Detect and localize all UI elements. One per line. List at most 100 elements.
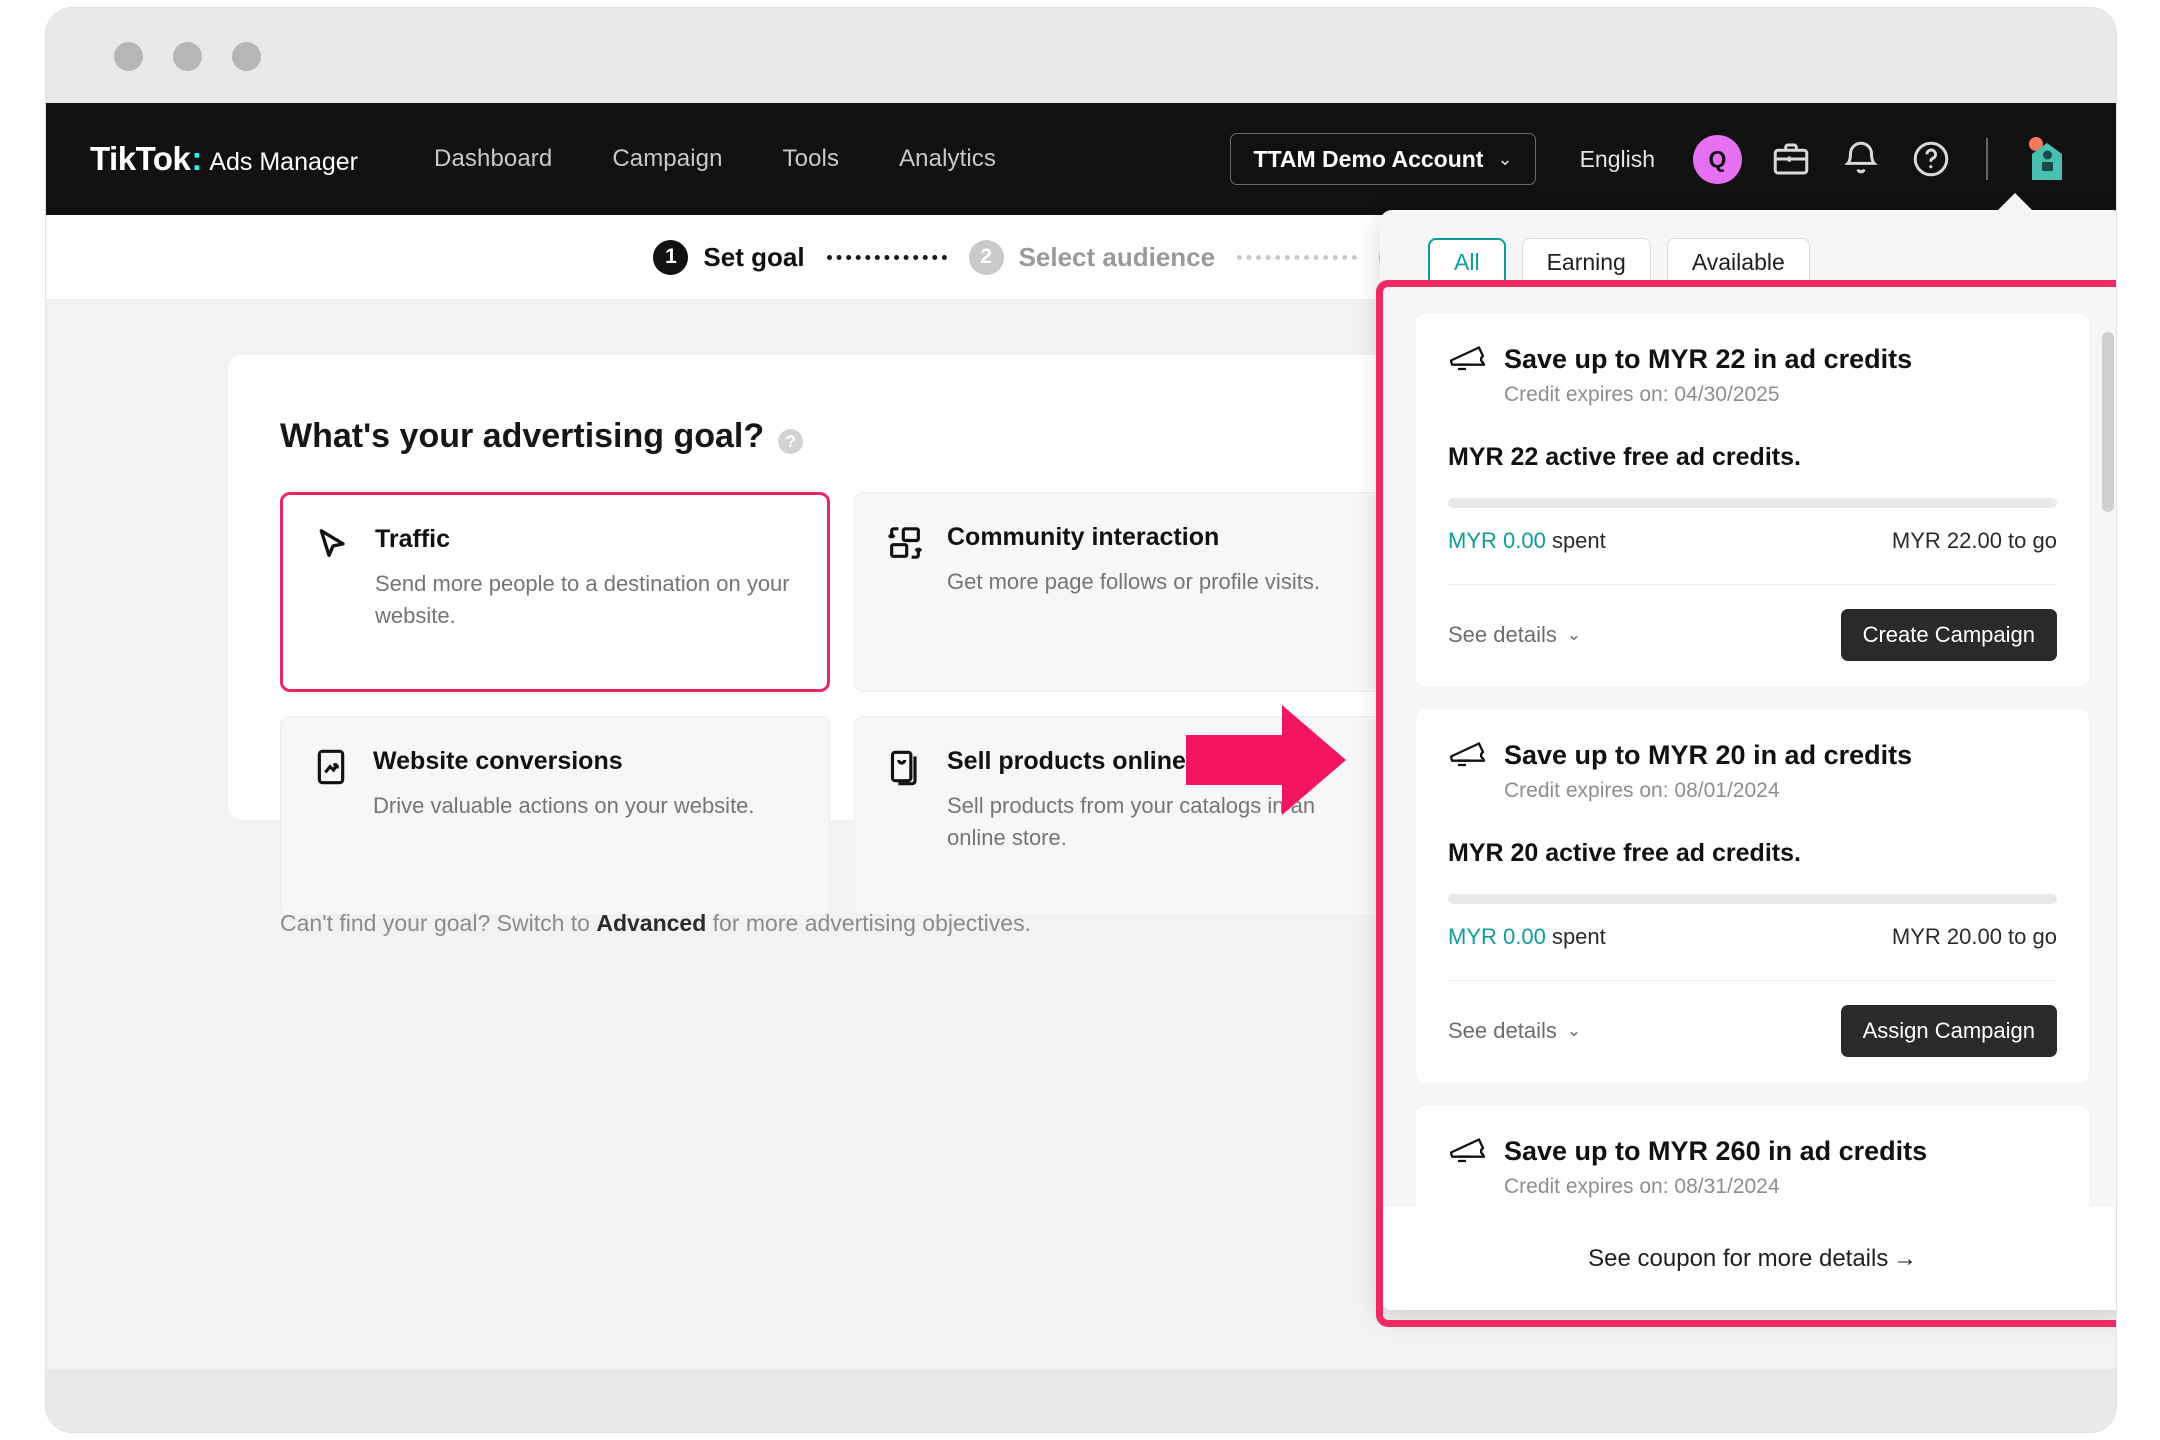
website-conversions-icon xyxy=(311,747,351,787)
nav-item-dashboard[interactable]: Dashboard xyxy=(434,145,552,173)
advanced-note-link[interactable]: Advanced xyxy=(596,910,706,936)
community-interaction-icon xyxy=(885,523,925,563)
coupon-expiry: Credit expires on: 08/01/2024 xyxy=(1504,779,1780,802)
coupon-to-go: MYR 20.00 to go xyxy=(1891,924,2057,949)
coupon-spent: MYR 0.00 spent xyxy=(1448,528,1606,554)
coupon-title: Save up to MYR 22 in ad credits xyxy=(1504,343,1913,374)
annotation-arrow-icon xyxy=(1186,705,1346,815)
create-campaign-button[interactable]: Create Campaign xyxy=(1840,609,2057,661)
bell-icon[interactable] xyxy=(1840,138,1882,180)
coupon-card[interactable]: Save up to MYR 22 in ad credits Credit e… xyxy=(1416,313,2089,687)
nav-item-analytics[interactable]: Analytics xyxy=(899,145,996,173)
coupon-spent-amount: MYR 0.00 xyxy=(1448,924,1546,949)
coupon-spent-suffix: spent xyxy=(1545,924,1606,949)
step-number: 2 xyxy=(968,239,1004,275)
coupon-to-go: MYR 22.00 to go xyxy=(1891,528,2057,553)
goal-card-description: Get more page follows or profile visits. xyxy=(947,569,1320,594)
coupon-spent-amount: MYR 0.00 xyxy=(1448,528,1546,553)
primary-nav: Dashboard Campaign Tools Analytics xyxy=(434,145,996,173)
see-details-label: See details xyxy=(1448,622,1557,647)
popover-caret xyxy=(1997,193,2033,211)
nav-divider xyxy=(1986,138,1988,180)
filter-tab-earning[interactable]: Earning xyxy=(1521,238,1651,286)
screenshot-root: TikTok : Ads Manager Dashboard Campaign … xyxy=(0,0,2160,1440)
goal-card-website-conversions[interactable]: Website conversions Drive valuable actio… xyxy=(280,716,830,916)
goal-card-community-interaction[interactable]: Community interaction Get more page foll… xyxy=(854,492,1404,692)
minimize-icon[interactable] xyxy=(173,42,202,71)
help-circle-icon[interactable] xyxy=(1910,138,1952,180)
maximize-icon[interactable] xyxy=(232,42,261,71)
q-badge-avatar[interactable]: Q xyxy=(1693,134,1742,184)
browser-window: TikTok : Ads Manager Dashboard Campaign … xyxy=(46,8,2116,1432)
step-label: Select audience xyxy=(1018,241,1216,272)
coupon-spent-suffix: spent xyxy=(1545,528,1606,553)
goal-card-title: Website conversions xyxy=(373,747,623,775)
advanced-switch-note: Can't find your goal? Switch to Advanced… xyxy=(280,910,1031,937)
coupon-progress-bar xyxy=(1448,498,2057,508)
browser-titlebar xyxy=(46,8,2116,103)
nav-item-tools[interactable]: Tools xyxy=(783,145,840,173)
arrow-right-icon: → xyxy=(1892,1244,1917,1272)
coupon-subtitle: MYR 22 active free ad credits. xyxy=(1448,443,1801,471)
account-selector-button[interactable]: TTAM Demo Account ⌄ xyxy=(1230,133,1536,185)
coupon-title: Save up to MYR 260 in ad credits xyxy=(1504,1135,1928,1166)
coupon-expiry: Credit expires on: 08/31/2024 xyxy=(1504,1175,1780,1198)
footer-label: See coupon for more details xyxy=(1588,1244,1889,1272)
advanced-note-suffix: for more advertising objectives. xyxy=(706,910,1031,936)
filter-tab-available[interactable]: Available xyxy=(1666,238,1810,286)
see-details-label: See details xyxy=(1448,1018,1557,1043)
nav-item-campaign[interactable]: Campaign xyxy=(612,145,722,173)
brand-logo[interactable]: TikTok : Ads Manager xyxy=(90,140,358,178)
coupon-filter-tabs: All Earning Available xyxy=(1380,210,2116,286)
ticket-icon xyxy=(1448,343,1486,375)
step-set-goal[interactable]: 1 Set goal xyxy=(653,239,805,275)
cursor-arrow-icon xyxy=(313,525,353,565)
step-select-audience[interactable]: 2 Select audience xyxy=(968,239,1216,275)
coupon-list[interactable]: Save up to MYR 22 in ad credits Credit e… xyxy=(1380,313,2116,1207)
coupon-list-scrollbar[interactable] xyxy=(2102,332,2114,512)
avatar[interactable] xyxy=(2022,136,2072,182)
coupon-expiry: Credit expires on: 04/30/2025 xyxy=(1504,383,1780,406)
advanced-note-prefix: Can't find your goal? Switch to xyxy=(280,910,597,936)
brand-colon: : xyxy=(191,140,203,177)
step-label: Set goal xyxy=(703,241,805,272)
filter-tab-all[interactable]: All xyxy=(1428,238,1506,286)
topnav-right-cluster: TTAM Demo Account ⌄ English Q xyxy=(1230,103,2072,215)
coupon-card[interactable]: Save up to MYR 20 in ad credits Credit e… xyxy=(1416,709,2089,1083)
coupon-spent: MYR 0.00 spent xyxy=(1448,924,1606,950)
brand-ads-manager-text: Ads Manager xyxy=(209,148,359,176)
coupon-card[interactable]: Save up to MYR 260 in ad credits Credit … xyxy=(1416,1105,2089,1207)
ticket-icon xyxy=(1448,1135,1486,1167)
step-connector-1 xyxy=(826,254,947,260)
ticket-icon xyxy=(1448,739,1486,771)
goal-card-title: Traffic xyxy=(375,525,451,553)
coupon-divider xyxy=(1448,584,2057,585)
ad-credits-popover: All Earning Available Save up to MYR 22 … xyxy=(1380,193,2116,1310)
help-icon[interactable]: ? xyxy=(778,429,804,454)
coupon-see-details-toggle[interactable]: See details ⌄ xyxy=(1448,622,1581,648)
coupon-progress-bar xyxy=(1448,894,2057,904)
coupon-subtitle: MYR 20 active free ad credits. xyxy=(1448,839,1801,867)
window-controls xyxy=(114,42,261,71)
briefcase-icon[interactable] xyxy=(1770,138,1812,180)
goal-card-description: Send more people to a destination on you… xyxy=(375,571,790,628)
chevron-down-icon: ⌄ xyxy=(1566,625,1582,644)
assign-campaign-button[interactable]: Assign Campaign xyxy=(1840,1005,2057,1057)
page-title-text: What's your advertising goal? xyxy=(280,417,765,455)
close-icon[interactable] xyxy=(114,42,143,71)
coupon-divider xyxy=(1448,980,2057,981)
language-selector[interactable]: English xyxy=(1580,146,1655,173)
goal-card-traffic[interactable]: Traffic Send more people to a destinatio… xyxy=(280,492,830,692)
sell-products-icon xyxy=(885,747,925,787)
chevron-down-icon: ⌄ xyxy=(1497,148,1513,169)
step-connector-2 xyxy=(1237,254,1358,260)
goal-card-description: Drive valuable actions on your website. xyxy=(373,793,755,818)
step-number: 1 xyxy=(653,239,689,275)
see-coupon-details-footer[interactable]: See coupon for more details → xyxy=(1380,1207,2116,1310)
account-selector-label: TTAM Demo Account xyxy=(1253,145,1484,172)
app-topnav: TikTok : Ads Manager Dashboard Campaign … xyxy=(46,103,2116,215)
chevron-down-icon: ⌄ xyxy=(1566,1021,1582,1040)
goal-card-title: Community interaction xyxy=(947,523,1220,551)
coupon-title: Save up to MYR 20 in ad credits xyxy=(1504,739,1913,770)
coupon-see-details-toggle[interactable]: See details ⌄ xyxy=(1448,1018,1581,1044)
